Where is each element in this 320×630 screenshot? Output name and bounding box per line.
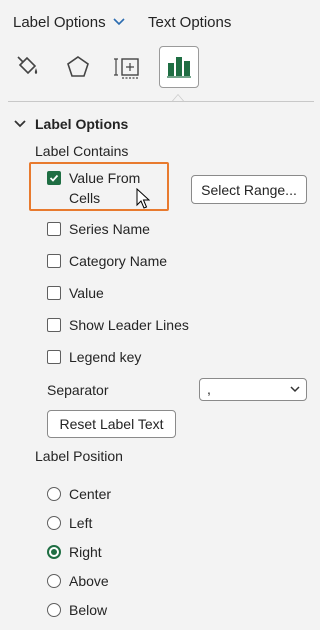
chevron-down-icon bbox=[290, 386, 300, 393]
section-title: Label Options bbox=[35, 116, 129, 132]
position-below-radio-row[interactable]: Below bbox=[47, 600, 107, 620]
value-checkbox[interactable] bbox=[47, 286, 61, 300]
position-below-label: Below bbox=[69, 602, 108, 618]
chevron-down-icon bbox=[14, 120, 26, 128]
position-left-label: Left bbox=[69, 515, 93, 531]
position-right-label: Right bbox=[69, 544, 102, 560]
category-name-checkbox-row[interactable]: Category Name bbox=[47, 251, 167, 271]
position-center-radio-row[interactable]: Center bbox=[47, 484, 111, 504]
format-pane-header: Label Options Text Options bbox=[0, 0, 314, 46]
separator-value: , bbox=[207, 381, 211, 397]
chevron-down-icon[interactable] bbox=[112, 17, 126, 27]
position-above-radio-row[interactable]: Above bbox=[47, 571, 109, 591]
position-left-radio[interactable] bbox=[47, 516, 61, 530]
series-name-checkbox[interactable] bbox=[47, 222, 61, 236]
separator-label: Separator bbox=[47, 382, 109, 398]
position-center-radio[interactable] bbox=[47, 487, 61, 501]
show-leader-lines-checkbox-row[interactable]: Show Leader Lines bbox=[47, 315, 189, 335]
value-checkbox-row[interactable]: Value bbox=[47, 283, 104, 303]
format-category-bar bbox=[0, 46, 314, 94]
mouse-pointer-icon bbox=[136, 188, 150, 209]
label-contains-heading: Label Contains bbox=[35, 143, 129, 159]
show-leader-lines-checkbox[interactable] bbox=[47, 318, 61, 332]
series-name-label: Series Name bbox=[69, 221, 150, 237]
position-above-label: Above bbox=[69, 573, 109, 589]
position-below-radio[interactable] bbox=[47, 603, 61, 617]
separator-dropdown[interactable]: , bbox=[199, 378, 307, 401]
label-options-section-toggle[interactable]: Label Options bbox=[13, 114, 128, 134]
legend-key-checkbox-row[interactable]: Legend key bbox=[47, 347, 141, 367]
value-label: Value bbox=[69, 285, 104, 301]
series-name-checkbox-row[interactable]: Series Name bbox=[47, 219, 150, 239]
position-right-radio-row[interactable]: Right bbox=[47, 542, 102, 562]
show-leader-lines-label: Show Leader Lines bbox=[69, 317, 189, 333]
tab-label-options[interactable]: Label Options bbox=[13, 14, 106, 31]
position-center-label: Center bbox=[69, 486, 112, 502]
tab-text-options[interactable]: Text Options bbox=[148, 14, 231, 31]
value-from-cells-checkbox[interactable] bbox=[47, 171, 61, 185]
reset-label-text-button[interactable]: Reset Label Text bbox=[47, 410, 176, 438]
fill-line-icon[interactable] bbox=[8, 46, 48, 88]
checkmark-icon bbox=[49, 174, 59, 182]
label-options-chart-icon[interactable] bbox=[159, 46, 199, 88]
effects-pentagon-icon[interactable] bbox=[58, 46, 98, 88]
position-right-radio[interactable] bbox=[47, 545, 61, 559]
legend-key-checkbox[interactable] bbox=[47, 350, 61, 364]
size-properties-icon[interactable] bbox=[108, 46, 148, 88]
category-name-label: Category Name bbox=[69, 253, 168, 269]
divider bbox=[8, 101, 314, 102]
position-left-radio-row[interactable]: Left bbox=[47, 513, 92, 533]
category-name-checkbox[interactable] bbox=[47, 254, 61, 268]
position-above-radio[interactable] bbox=[47, 574, 61, 588]
select-range-button[interactable]: Select Range... bbox=[191, 175, 307, 204]
label-position-heading: Label Position bbox=[35, 448, 123, 464]
legend-key-label: Legend key bbox=[69, 349, 142, 365]
